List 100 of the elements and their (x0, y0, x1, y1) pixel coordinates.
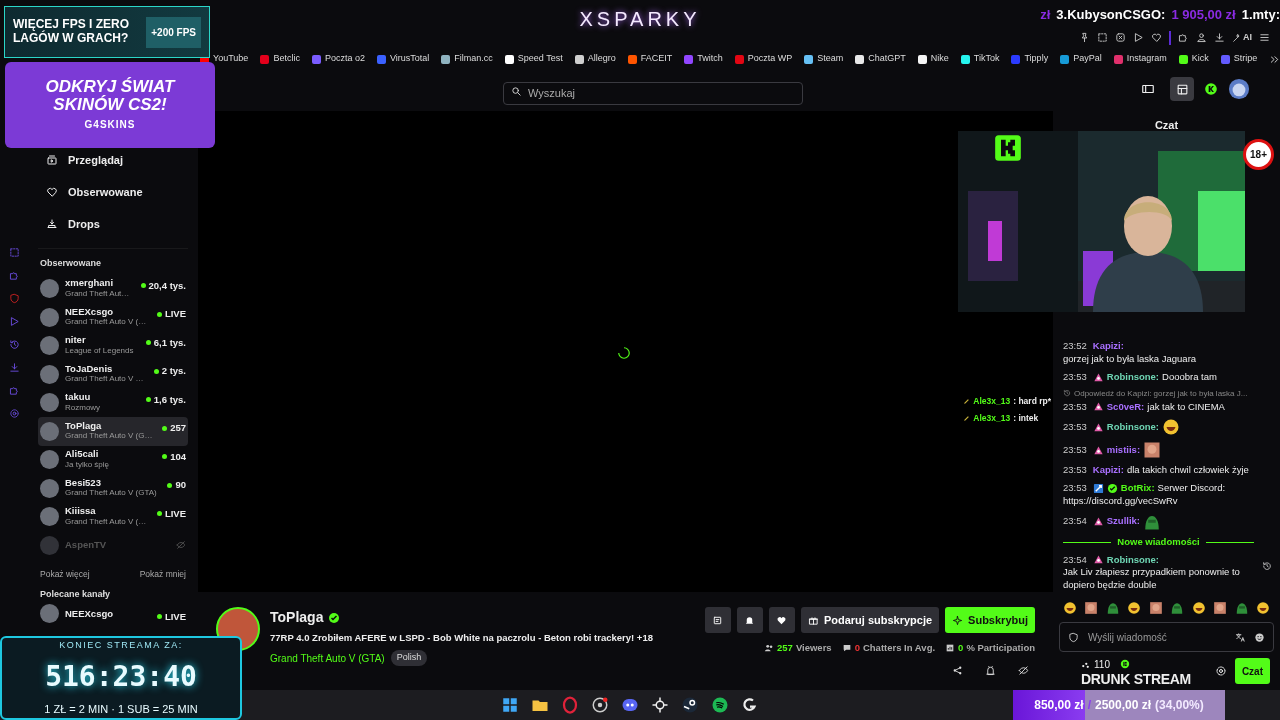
gift-subscription-button[interactable]: Podaruj subskrypcje (800, 607, 940, 633)
channel-item[interactable]: NEEXcsgo LIVE (38, 605, 188, 622)
ad-banner[interactable]: WIĘCEJ FPS I ZERO LAGÓW W GRACH? +200 FPS (4, 6, 210, 58)
play-icon[interactable] (1133, 32, 1144, 43)
clock-icon[interactable] (8, 339, 20, 350)
bookmark-link[interactable]: Twitch (684, 52, 723, 66)
emote-icon[interactable] (1170, 601, 1185, 615)
ad-banner[interactable]: ODKRYJ ŚWIAT SKINÓW CS2! G4SKINS (5, 62, 215, 148)
screenshot-icon[interactable] (1097, 32, 1108, 43)
heart-icon (776, 614, 788, 626)
avatar-icon[interactable] (1228, 78, 1250, 100)
emote-icon[interactable] (1234, 601, 1249, 615)
nav-link[interactable]: Drops (38, 213, 188, 235)
chat-button[interactable]: Czat (1234, 658, 1270, 684)
bookmark-link[interactable]: Instagram (1113, 52, 1167, 66)
bookmark-link[interactable]: Speed Test (504, 52, 563, 66)
channel-item[interactable]: ToPlaga Grand Theft Auto V (G… 257 (38, 417, 188, 446)
bookmark-link[interactable]: PayPal (1060, 52, 1102, 66)
channel-item[interactable]: xmerghani Grand Theft Aut… 20,4 tys. (38, 274, 188, 303)
live-dot (145, 397, 151, 403)
pin-icon[interactable] (1079, 32, 1090, 43)
hide-icon[interactable] (1018, 665, 1029, 677)
bookmark-link[interactable]: Nike (917, 52, 949, 66)
bookmark-link[interactable]: FACEIT (627, 52, 673, 66)
bookmark-link[interactable]: Filman.cc (441, 52, 493, 66)
channel-item[interactable]: ToJaDenis Grand Theft Auto V … 2 tys. (38, 360, 188, 389)
windows-start-icon[interactable] (501, 696, 519, 714)
layout-button[interactable] (1170, 77, 1194, 101)
history-icon[interactable] (1262, 561, 1272, 571)
close-icon[interactable] (1115, 32, 1126, 43)
message-time: 23:53 (1063, 482, 1087, 495)
browser-icon[interactable] (561, 696, 579, 714)
search-icon (511, 86, 522, 97)
bookmark-link[interactable]: Poczta o2 (311, 52, 365, 66)
ad-headline: ODKRYJ ŚWIAT SKINÓW CS2! (44, 77, 177, 114)
subscribe-button[interactable]: Subskrybuj (945, 607, 1035, 633)
nav-link[interactable]: Obserwowane (38, 181, 188, 203)
bookmark-link[interactable]: Betclic (260, 52, 300, 66)
nav-link[interactable]: Przeglądaj (38, 149, 188, 171)
message-text: Dooobra tam (1162, 370, 1217, 384)
channel-item[interactable]: Besi523 Grand Theft Auto V (GTA) 90 (38, 474, 188, 503)
channel-item[interactable]: NEEXcsgo Grand Theft Auto V (… LIVE (38, 303, 188, 332)
notification-button[interactable] (736, 607, 763, 633)
translate-icon[interactable] (1235, 632, 1246, 643)
more-bookmarks-icon[interactable] (1269, 53, 1280, 65)
emote-icon[interactable] (1148, 601, 1163, 615)
heart-icon[interactable] (1151, 32, 1162, 43)
emote-icon[interactable] (1105, 601, 1120, 615)
section-heading: Obserwowane (40, 257, 103, 270)
recording-icon[interactable] (591, 696, 609, 714)
emote-icon[interactable] (1084, 601, 1099, 615)
chat-username: Kapizi: (1092, 464, 1124, 478)
share-icon[interactable] (952, 665, 963, 677)
emote-icon[interactable] (1063, 601, 1077, 615)
chat-app-icon[interactable] (621, 696, 639, 714)
clip-button[interactable] (704, 607, 731, 633)
bookmark-link[interactable]: Kick (1178, 52, 1209, 66)
search-field[interactable]: Wyszukaj (503, 81, 803, 105)
bookmark-link[interactable]: ChatGPT (855, 52, 906, 66)
extension-icon[interactable] (8, 385, 20, 396)
puzzle-icon[interactable] (1178, 32, 1189, 43)
bookmark-link[interactable]: Allegro (574, 52, 616, 66)
show-less-link[interactable]: Pokaż mniej (139, 567, 186, 581)
participation-icon (945, 643, 956, 654)
user-icon[interactable] (1196, 32, 1207, 43)
show-more-link[interactable]: Pokaż więcej (40, 567, 90, 581)
settings-icon[interactable] (1214, 665, 1227, 677)
menu-icon[interactable] (1259, 32, 1270, 43)
bookmark-link[interactable]: Tipply (1011, 52, 1049, 66)
channel-item[interactable]: Ali5cali Ja tylko śpię 104 (38, 445, 188, 474)
bookmark-link[interactable]: VirusTotal (376, 52, 430, 66)
channel-item[interactable]: takuu Rozmowy 1,6 tys. (38, 388, 188, 417)
emoji-icon[interactable] (1254, 632, 1265, 643)
bookmark-link[interactable]: Poczta WP (734, 52, 793, 66)
alarm-icon[interactable] (985, 665, 996, 677)
emote-icon[interactable] (1255, 601, 1270, 615)
kick-logo-icon[interactable] (1204, 82, 1218, 96)
language-tag[interactable]: Polish (390, 650, 428, 666)
category-link[interactable]: Grand Theft Auto V (GTA) (270, 650, 385, 666)
live-dot (162, 425, 168, 431)
bookmark-link[interactable]: Stripe (1220, 52, 1258, 66)
emote-icon[interactable] (1127, 601, 1142, 615)
goal-separator: / (1087, 697, 1091, 714)
emote-icon[interactable] (1191, 601, 1206, 615)
chat-input-field[interactable]: Wyślij wiadomość (1059, 622, 1274, 652)
emote-icon (1162, 418, 1181, 437)
music-app-icon[interactable] (711, 696, 729, 714)
avatar (40, 507, 59, 527)
follow-button[interactable] (768, 607, 795, 633)
emote-icon[interactable] (1213, 601, 1228, 615)
bookmark-link[interactable]: Steam (804, 52, 844, 66)
bookmark-link[interactable]: TikTok (960, 52, 1000, 66)
channel-item[interactable]: Kiiissa Grand Theft Auto V (… LIVE (38, 502, 188, 531)
ai-button[interactable]: AI (1232, 30, 1252, 45)
following-icon (46, 186, 58, 198)
theater-mode-icon[interactable] (1141, 82, 1155, 96)
chat-link[interactable]: https://discord.gg/vecSwRv (1063, 494, 1254, 508)
channel-item[interactable]: niter League of Legends 6,1 tys. (38, 331, 188, 360)
shield-icon[interactable] (8, 293, 20, 304)
avatar (40, 604, 59, 624)
